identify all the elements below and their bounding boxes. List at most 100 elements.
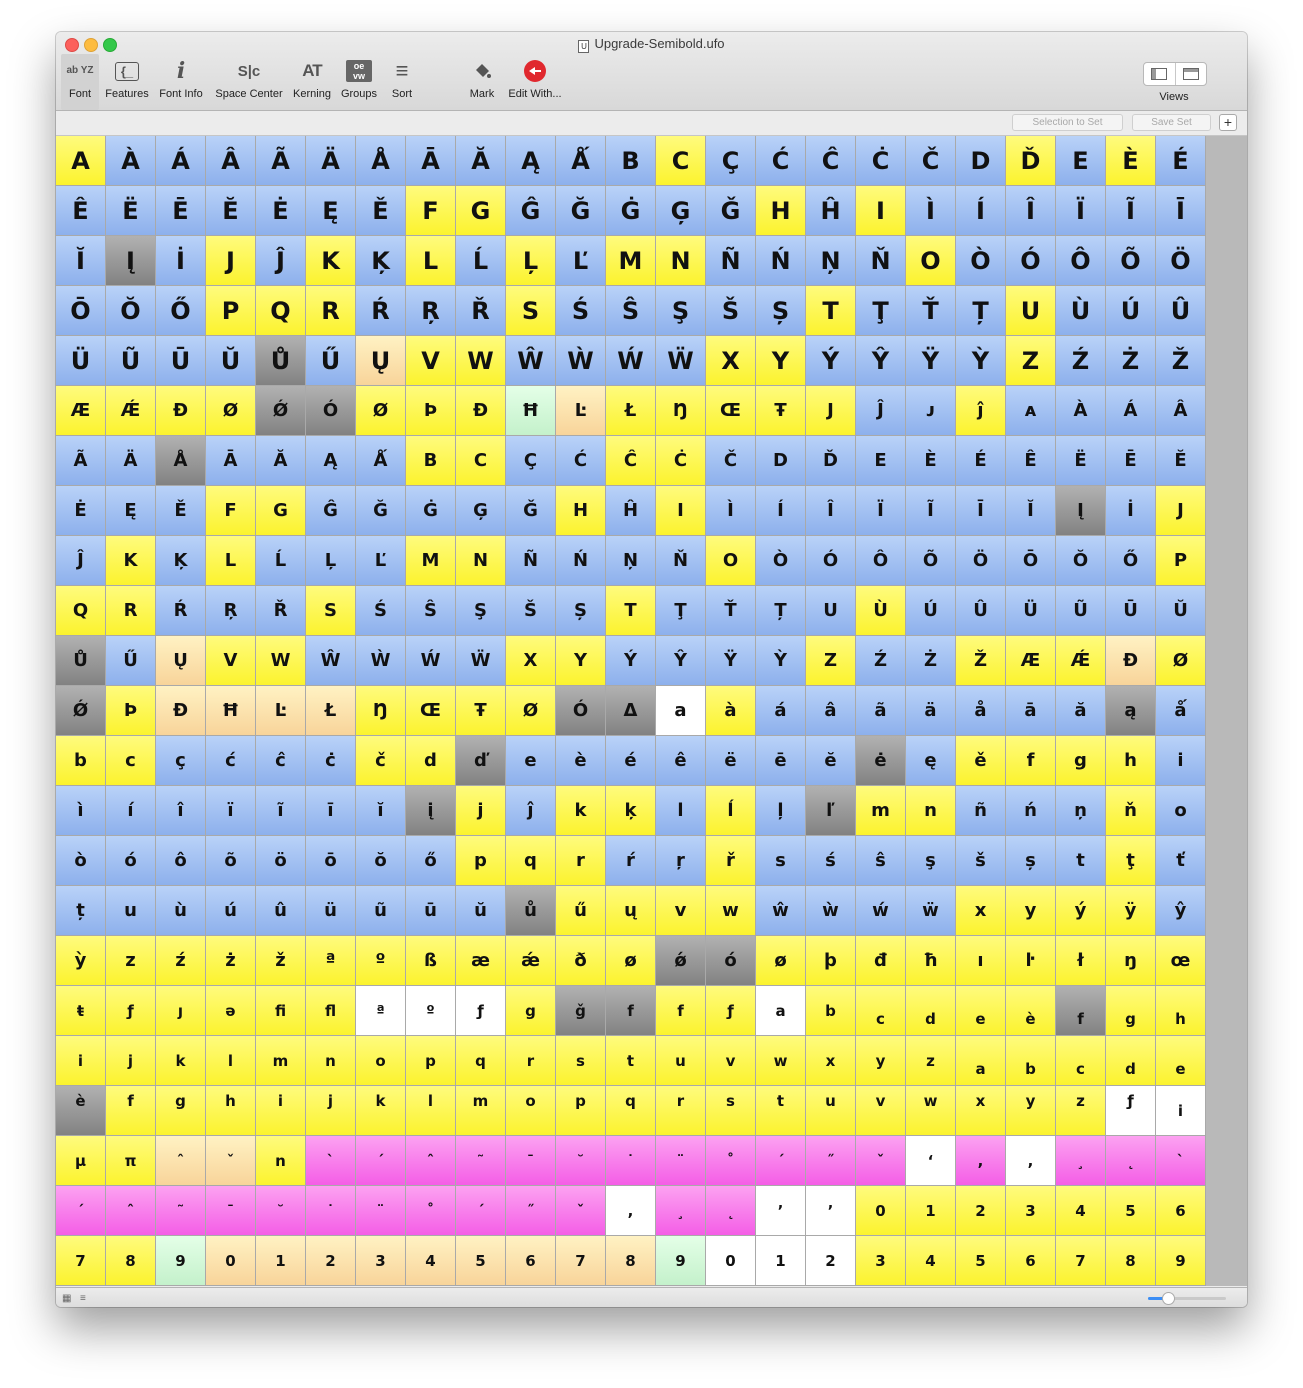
glyph-cell[interactable]: ÿ [1106,886,1156,936]
glyph-cell[interactable]: Ú [1106,286,1156,336]
glyph-cell[interactable]: Ç [706,136,756,186]
glyph-cell[interactable]: î [156,786,206,836]
glyph-cell[interactable]: ą [1106,686,1156,736]
glyph-cell[interactable]: ú [206,886,256,936]
glyph-cell[interactable]: ē [756,736,806,786]
glyph-cell[interactable]: d [1106,1036,1156,1086]
glyph-cell[interactable]: ŧ [56,986,106,1036]
glyph-cell[interactable]: 9 [1156,1236,1206,1286]
glyph-cell[interactable]: x [956,886,1006,936]
glyph-cell[interactable]: œ [1156,936,1206,986]
glyph-cell[interactable]: Ħ [506,386,556,436]
glyph-cell[interactable]: İ [1106,486,1156,536]
glyph-cell[interactable]: Đ [1106,636,1156,686]
glyph-cell[interactable]: 7 [556,1236,606,1286]
glyph-cell[interactable]: Ó [306,386,356,436]
glyph-cell[interactable]: ä [906,686,956,736]
glyph-cell[interactable]: Ķ [156,536,206,586]
glyph-cell[interactable]: Ĵ [856,386,906,436]
glyph-cell[interactable]: h [1106,736,1156,786]
glyph-cell[interactable]: ẃ [856,886,906,936]
glyph-cell[interactable]: Ć [756,136,806,186]
glyph-cell[interactable]: Ŀ [256,686,306,736]
glyph-cell[interactable]: 6 [1156,1186,1206,1236]
glyph-cell[interactable]: 4 [906,1236,956,1286]
glyph-cell[interactable]: ă [1056,686,1106,736]
glyph-cell[interactable]: ċ [306,736,356,786]
glyph-cell[interactable]: Ǧ [706,186,756,236]
glyph-cell[interactable]: Ŏ [106,286,156,336]
glyph-cell[interactable]: c [1056,1036,1106,1086]
glyph-cell[interactable]: , [1006,1136,1056,1186]
glyph-cell[interactable]: t [756,1086,806,1136]
glyph-cell[interactable]: ţ [1106,836,1156,886]
glyph-cell[interactable]: H [556,486,606,536]
glyph-cell[interactable]: Ę [306,186,356,236]
glyph-cell[interactable]: z [106,936,156,986]
glyph-cell[interactable]: Ĵ [256,236,306,286]
glyph-cell[interactable]: Ě [156,486,206,536]
glyph-cell[interactable]: Ñ [706,236,756,286]
glyph-cell[interactable]: Ý [806,336,856,386]
glyph-cell[interactable]: v [656,886,706,936]
glyph-cell[interactable]: Ÿ [706,636,756,686]
glyph-cell[interactable]: Ù [1056,286,1106,336]
glyph-cell[interactable]: Ń [756,236,806,286]
glyph-cell[interactable]: Í [956,186,1006,236]
glyph-cell[interactable]: z [1056,1086,1106,1136]
space-center-tool-button[interactable]: S|c Space Center [212,54,286,110]
glyph-cell[interactable]: p [406,1036,456,1086]
glyph-cell[interactable]: ¨ [656,1136,706,1186]
glyph-cell[interactable]: ó [106,836,156,886]
glyph-cell[interactable]: Ø [206,386,256,436]
glyph-cell[interactable]: Ŕ [156,586,206,636]
glyph-cell[interactable]: Ý [606,636,656,686]
glyph-cell[interactable]: P [1156,536,1206,586]
glyph-cell[interactable]: Û [956,586,1006,636]
glyph-cell[interactable]: Ő [1106,536,1156,586]
glyph-cell[interactable]: À [106,136,156,186]
save-set-button[interactable]: Save Set [1132,114,1211,131]
glyph-cell[interactable]: V [206,636,256,686]
glyph-cell[interactable]: ˛ [1106,1136,1156,1186]
glyph-cell[interactable]: V [406,336,456,386]
glyph-cell[interactable]: õ [206,836,256,886]
glyph-cell[interactable]: Č [906,136,956,186]
glyph-cell[interactable]: ǿ [656,936,706,986]
glyph-cell[interactable]: Ǿ [256,386,306,436]
glyph-cell[interactable]: Ẅ [656,336,706,386]
glyph-cell[interactable]: Ę [106,486,156,536]
glyph-cell[interactable]: è [1006,986,1056,1036]
glyph-cell[interactable]: x [956,1086,1006,1136]
glyph-cell[interactable]: Ď [1006,136,1056,186]
kerning-tool-button[interactable]: AT Kerning [290,54,334,110]
glyph-cell[interactable]: G [456,186,506,236]
glyph-cell[interactable]: Ģ [456,486,506,536]
glyph-cell[interactable]: ĉ [256,736,306,786]
glyph-cell[interactable]: Ó [1006,236,1056,286]
glyph-cell[interactable]: ﬂ [306,986,356,1036]
glyph-cell[interactable]: ø [756,936,806,986]
glyph-cell[interactable]: ˙ [606,1136,656,1186]
glyph-cell[interactable]: v [856,1086,906,1136]
glyph-cell[interactable]: ˜ [456,1136,506,1186]
glyph-cell[interactable]: đ [856,936,906,986]
glyph-cell[interactable]: Ġ [406,486,456,536]
glyph-cell[interactable]: S [306,586,356,636]
glyph-cell[interactable]: C [656,136,706,186]
glyph-cell[interactable]: Ĩ [1106,186,1156,236]
glyph-cell[interactable]: Ť [906,286,956,336]
glyph-cell[interactable]: Ţ [856,286,906,336]
glyph-cell[interactable]: Į [1056,486,1106,536]
glyph-cell[interactable]: Ĺ [256,536,306,586]
glyph-cell[interactable]: j [306,1086,356,1136]
glyph-cell[interactable]: s [556,1036,606,1086]
glyph-cell[interactable]: ś [806,836,856,886]
glyph-cell[interactable]: Ũ [106,336,156,386]
glyph-cell[interactable]: Ỳ [756,636,806,686]
glyph-cell[interactable]: P [206,286,256,336]
glyph-cell[interactable]: Ŋ [656,386,706,436]
glyph-cell[interactable]: Ž [1156,336,1206,386]
glyph-cell[interactable]: d [406,736,456,786]
glyph-cell[interactable]: M [606,236,656,286]
